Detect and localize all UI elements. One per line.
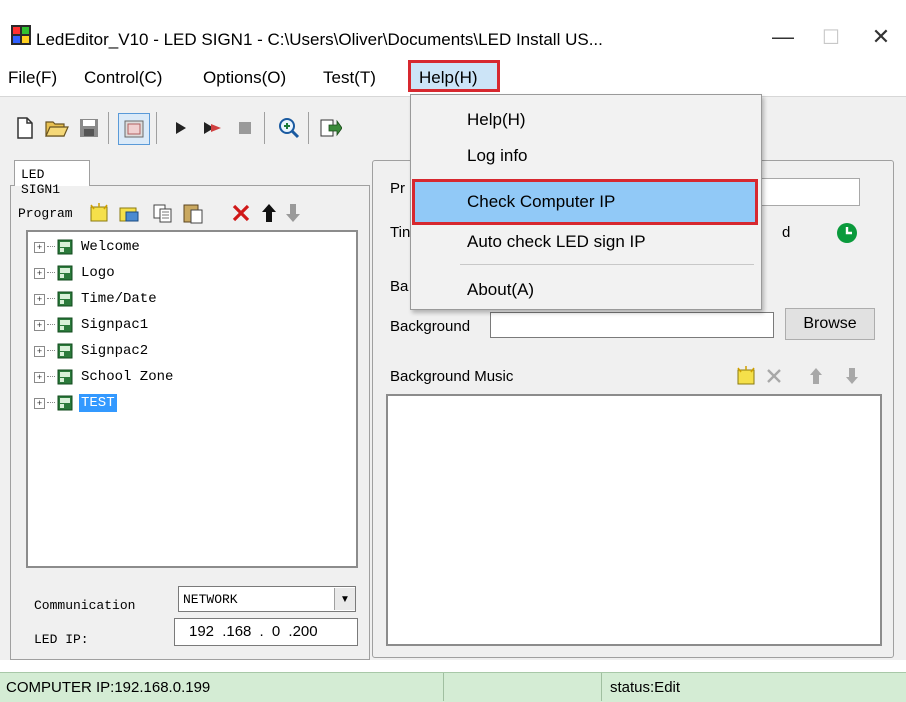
dropdown-arrow-icon[interactable]: ▼ xyxy=(334,588,355,610)
minimize-button[interactable]: — xyxy=(764,22,802,52)
program-icon xyxy=(57,239,73,255)
new-window-icon[interactable] xyxy=(116,200,142,226)
tree-line xyxy=(47,324,55,326)
menu-separator xyxy=(460,264,754,265)
browse-button[interactable]: Browse xyxy=(785,308,875,340)
copy-icon[interactable] xyxy=(150,200,176,226)
tree-line xyxy=(47,246,55,248)
toolbar-separator xyxy=(156,112,157,144)
menu-item-help[interactable]: Help(H) xyxy=(467,110,526,130)
app-icon xyxy=(11,25,31,45)
window-title: LedEditor_V10 - LED SIGN1 - C:\Users\Oli… xyxy=(36,30,603,49)
program-name-label: Pr xyxy=(390,180,405,197)
paste-icon[interactable] xyxy=(180,200,206,226)
move-down-icon[interactable] xyxy=(280,200,306,226)
expand-icon[interactable]: + xyxy=(34,345,45,357)
computer-ip-status: COMPUTER IP:192.168.0.199 xyxy=(0,673,444,701)
expand-icon[interactable]: + xyxy=(34,267,45,279)
tree-item[interactable]: + Signpac1 xyxy=(34,314,150,336)
play-icon[interactable] xyxy=(166,113,196,143)
menu-test[interactable]: Test(T) xyxy=(323,68,376,88)
program-icon xyxy=(57,395,73,411)
new-program-icon[interactable] xyxy=(86,200,112,226)
menu-item-check-computer-ip[interactable]: Check Computer IP xyxy=(467,192,615,212)
tree-item[interactable]: + Time/Date xyxy=(34,288,159,310)
program-icon xyxy=(57,343,73,359)
tree-item-label: School Zone xyxy=(81,369,174,385)
tab-led-sign1[interactable]: LED SIGN1 xyxy=(14,160,90,197)
open-folder-icon[interactable] xyxy=(42,113,72,143)
tree-item-label: Signpac1 xyxy=(81,317,149,333)
screen-icon[interactable] xyxy=(118,113,150,145)
expand-icon[interactable]: + xyxy=(34,371,45,383)
expand-icon[interactable]: + xyxy=(34,293,45,305)
zoom-icon[interactable] xyxy=(274,113,304,143)
tree-item-label: TEST xyxy=(79,394,117,412)
program-label: Program xyxy=(18,206,73,221)
tree-item-selected[interactable]: + TEST xyxy=(34,392,117,414)
background-label: Background xyxy=(390,318,471,335)
close-button[interactable]: ✕ xyxy=(862,22,900,52)
communication-label: Communication xyxy=(34,598,136,613)
expand-icon[interactable]: + xyxy=(34,241,45,253)
tree-line xyxy=(47,272,55,274)
stop-icon[interactable] xyxy=(230,113,260,143)
tree-line xyxy=(47,376,55,378)
new-file-icon[interactable] xyxy=(10,113,40,143)
toolbar-separator xyxy=(264,112,265,144)
menu-help[interactable]: Help(H) xyxy=(419,68,478,88)
tree-item[interactable]: + School Zone xyxy=(34,366,175,388)
led-ip-field[interactable]: 192 .168 . 0 .200 xyxy=(174,618,358,646)
maximize-button[interactable]: ☐ xyxy=(812,22,850,52)
toolbar-separator xyxy=(308,112,309,144)
menu-options[interactable]: Options(O) xyxy=(203,68,286,88)
time-label: Tin xyxy=(390,224,411,241)
tree-item-label: Welcome xyxy=(81,239,140,255)
music-down-icon[interactable] xyxy=(840,364,864,388)
led-ip-label: LED IP: xyxy=(34,632,89,647)
tree-item-label: Time/Date xyxy=(81,291,157,307)
tree-item[interactable]: + Signpac2 xyxy=(34,340,150,362)
tree-item-label: Signpac2 xyxy=(81,343,149,359)
tree-line xyxy=(47,298,55,300)
communication-select[interactable]: NETWORK xyxy=(178,586,356,612)
background-music-label: Background Music xyxy=(390,368,514,385)
play-step-icon[interactable] xyxy=(198,113,228,143)
tree-item-label: Logo xyxy=(81,265,115,281)
remove-music-icon[interactable] xyxy=(762,364,786,388)
move-up-icon[interactable] xyxy=(256,200,282,226)
menu-item-about[interactable]: About(A) xyxy=(467,280,534,300)
background-color-label: Ba xyxy=(390,278,409,295)
delete-icon[interactable] xyxy=(228,200,254,226)
add-music-icon[interactable] xyxy=(734,364,758,388)
background-music-list[interactable] xyxy=(386,394,882,646)
status-panel-empty xyxy=(444,673,602,701)
toolbar-separator xyxy=(108,112,109,144)
tree-line xyxy=(47,402,55,404)
menu-file[interactable]: File(F) xyxy=(8,68,57,88)
menu-item-log-info[interactable]: Log info xyxy=(467,146,528,166)
background-field[interactable] xyxy=(490,312,774,338)
menu-item-auto-check-led-ip[interactable]: Auto check LED sign IP xyxy=(467,232,646,252)
time-unit-label: d xyxy=(782,224,791,241)
music-up-icon[interactable] xyxy=(804,364,828,388)
tree-line xyxy=(47,350,55,352)
program-icon xyxy=(57,317,73,333)
edit-status: status:Edit xyxy=(610,679,681,696)
menu-control[interactable]: Control(C) xyxy=(84,68,162,88)
expand-icon[interactable]: + xyxy=(34,397,45,409)
program-name-field[interactable] xyxy=(760,178,860,206)
tree-item[interactable]: + Logo xyxy=(34,262,117,284)
clock-icon[interactable] xyxy=(836,222,858,244)
program-icon xyxy=(57,265,73,281)
export-icon[interactable] xyxy=(316,113,346,143)
program-icon xyxy=(57,369,73,385)
expand-icon[interactable]: + xyxy=(34,319,45,331)
program-icon xyxy=(57,291,73,307)
tree-item[interactable]: + Welcome xyxy=(34,236,142,258)
save-icon[interactable] xyxy=(74,113,104,143)
